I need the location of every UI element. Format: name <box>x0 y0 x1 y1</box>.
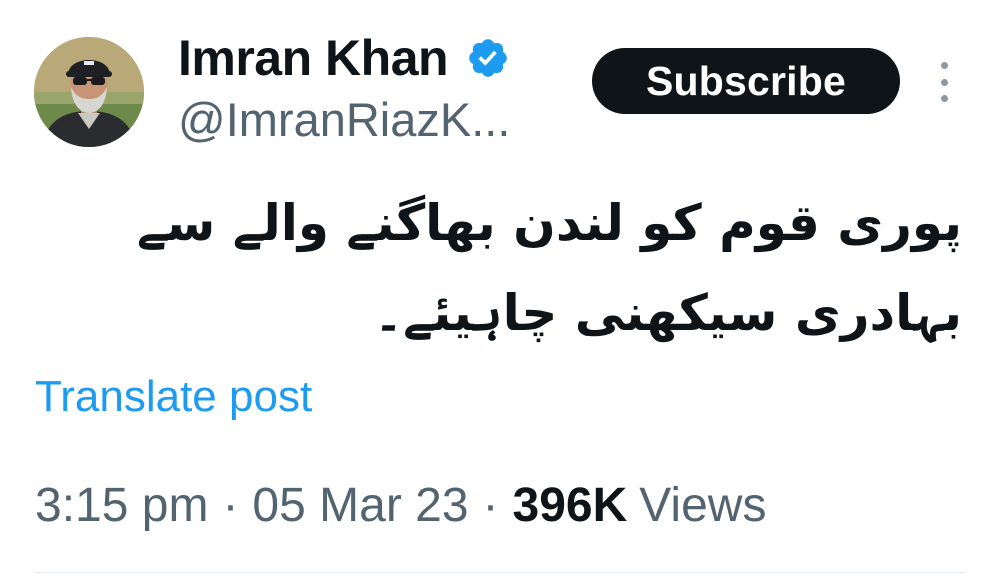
post-time[interactable]: 3:15 pm <box>35 478 208 533</box>
divider <box>35 572 965 573</box>
author-handle[interactable]: @ImranRiazK... <box>178 92 510 147</box>
meta-separator: · <box>222 479 239 532</box>
tweet: Imran Khan @ImranRiazK... Subscribe پوری… <box>0 0 1000 587</box>
views-label[interactable]: Views <box>639 478 766 533</box>
display-name[interactable]: Imran Khan <box>178 29 449 87</box>
post-text: پوری قوم کو لندن بھاگنے والے سے بہادری س… <box>136 194 962 342</box>
views-count[interactable]: 396K <box>513 478 628 533</box>
more-dot <box>940 78 948 86</box>
post-date[interactable]: 05 Mar 23 <box>252 478 468 533</box>
meta-separator: · <box>482 479 499 532</box>
translate-post-link[interactable]: Translate post <box>35 372 312 422</box>
more-dot <box>940 62 948 69</box>
name-row: Imran Khan <box>178 26 510 90</box>
subscribe-button[interactable]: Subscribe <box>592 48 900 114</box>
verified-badge-icon[interactable] <box>466 36 510 80</box>
avatar-image <box>34 37 144 147</box>
post-meta: 3:15 pm · 05 Mar 23 · 396K Views <box>35 478 766 533</box>
avatar[interactable] <box>34 37 144 147</box>
more-vertical-icon[interactable] <box>926 62 962 102</box>
more-dot <box>940 95 948 102</box>
